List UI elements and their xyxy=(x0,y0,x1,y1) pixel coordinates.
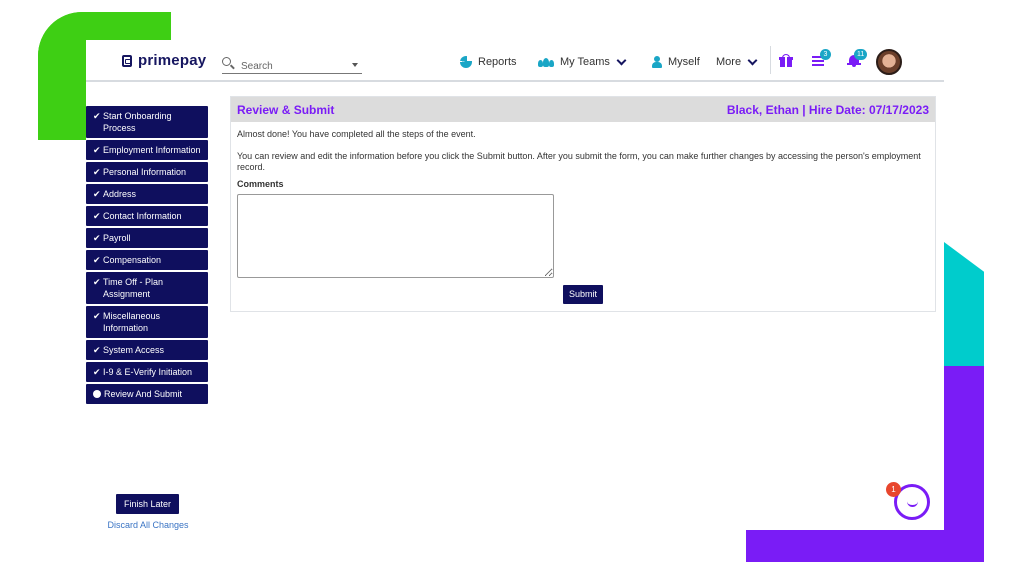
logo-text: primepay xyxy=(138,52,207,69)
pie-chart-icon xyxy=(460,55,473,68)
nav-myself-label: Myself xyxy=(668,56,700,68)
employee-hire-date: Black, Ethan | Hire Date: 07/17/2023 xyxy=(726,102,929,117)
current-step-dot-icon xyxy=(93,390,101,398)
nav-reports[interactable]: Reports xyxy=(460,54,517,70)
decorative-teal-shape xyxy=(944,242,984,366)
step-label: Start Onboarding Process xyxy=(103,111,172,133)
step-time-off[interactable]: ✔ Time Off - Plan Assignment xyxy=(86,272,208,304)
step-contact-information[interactable]: ✔ Contact Information xyxy=(86,206,208,226)
search-icon xyxy=(222,57,231,66)
caret-down-icon[interactable] xyxy=(352,63,358,67)
step-label: Address xyxy=(103,189,137,199)
comments-label: Comments xyxy=(237,179,284,189)
gift-icon[interactable] xyxy=(779,54,793,67)
nav-more[interactable]: More xyxy=(716,54,758,70)
step-label: Review And Submit xyxy=(104,389,183,399)
screen: primepay Reports My Teams xyxy=(0,0,1024,574)
page-title: Review & Submit xyxy=(237,102,335,117)
panel-header: Review & Submit Black, Ethan | Hire Date… xyxy=(231,97,935,122)
app-window: primepay Reports My Teams xyxy=(86,40,944,530)
step-start-onboarding[interactable]: ✔ Start Onboarding Process xyxy=(86,106,208,138)
comments-textarea[interactable] xyxy=(237,194,554,278)
header-divider xyxy=(770,46,771,74)
check-icon: ✔ xyxy=(93,211,101,221)
nav-my-teams-label: My Teams xyxy=(560,56,610,68)
step-label: Payroll xyxy=(103,233,131,243)
check-icon: ✔ xyxy=(93,367,101,377)
check-icon: ✔ xyxy=(93,167,101,177)
nav-reports-label: Reports xyxy=(478,56,517,68)
step-label: System Access xyxy=(103,345,165,355)
check-icon: ✔ xyxy=(93,189,101,199)
nav-more-label: More xyxy=(716,56,742,68)
search-box[interactable] xyxy=(222,54,362,74)
finish-later-button[interactable]: Finish Later xyxy=(116,494,179,514)
step-label: Employment Information xyxy=(103,145,201,155)
check-icon: ✔ xyxy=(93,111,101,121)
check-icon: ✔ xyxy=(93,145,101,155)
team-icon xyxy=(538,57,554,68)
discard-all-changes-link[interactable]: Discard All Changes xyxy=(86,520,210,530)
step-label: Miscellaneous Information xyxy=(103,311,161,333)
user-avatar[interactable] xyxy=(876,49,902,75)
person-icon xyxy=(652,56,662,68)
top-header: primepay Reports My Teams xyxy=(86,40,944,82)
step-label: Personal Information xyxy=(103,167,187,177)
search-input[interactable] xyxy=(241,59,341,73)
notifications-badge: 11 xyxy=(854,49,868,60)
logo-mark-icon xyxy=(122,54,132,67)
check-icon: ✔ xyxy=(93,311,101,321)
chevron-down-icon xyxy=(747,55,758,65)
tasks-badge: 3 xyxy=(820,49,831,60)
onboarding-steps-sidebar: ✔ Start Onboarding Process ✔ Employment In… xyxy=(86,106,208,530)
step-employment-information[interactable]: ✔ Employment Information xyxy=(86,140,208,160)
decorative-green-shape xyxy=(38,12,86,140)
step-i9-everify[interactable]: ✔ I-9 & E-Verify Initiation xyxy=(86,362,208,382)
check-icon: ✔ xyxy=(93,277,101,287)
submit-button[interactable]: Submit xyxy=(563,285,603,304)
smile-icon xyxy=(907,501,918,507)
nav-myself[interactable]: Myself xyxy=(652,54,700,70)
primepay-logo[interactable]: primepay xyxy=(122,52,206,69)
step-label: Compensation xyxy=(103,255,162,265)
check-icon: ✔ xyxy=(93,233,101,243)
completion-message: Almost done! You have completed all the … xyxy=(237,129,476,139)
review-instructions: You can review and edit the information … xyxy=(237,151,921,172)
chat-notification-badge: 1 xyxy=(886,482,901,497)
step-review-and-submit[interactable]: Review And Submit xyxy=(86,384,208,404)
step-label: Contact Information xyxy=(103,211,182,221)
chevron-down-icon xyxy=(616,55,627,65)
check-icon: ✔ xyxy=(93,345,101,355)
step-miscellaneous-information[interactable]: ✔ Miscellaneous Information xyxy=(86,306,208,338)
review-submit-panel: Review & Submit Black, Ethan | Hire Date… xyxy=(230,96,936,312)
decorative-purple-shape xyxy=(746,530,984,562)
step-compensation[interactable]: ✔ Compensation xyxy=(86,250,208,270)
check-icon: ✔ xyxy=(93,255,101,265)
step-address[interactable]: ✔ Address xyxy=(86,184,208,204)
step-label: I-9 & E-Verify Initiation xyxy=(103,367,193,377)
step-system-access[interactable]: ✔ System Access xyxy=(86,340,208,360)
step-label: Time Off - Plan Assignment xyxy=(103,277,164,299)
step-personal-information[interactable]: ✔ Personal Information xyxy=(86,162,208,182)
step-payroll[interactable]: ✔ Payroll xyxy=(86,228,208,248)
nav-my-teams[interactable]: My Teams xyxy=(538,54,627,70)
panel-body: Almost done! You have completed all the … xyxy=(231,122,935,288)
